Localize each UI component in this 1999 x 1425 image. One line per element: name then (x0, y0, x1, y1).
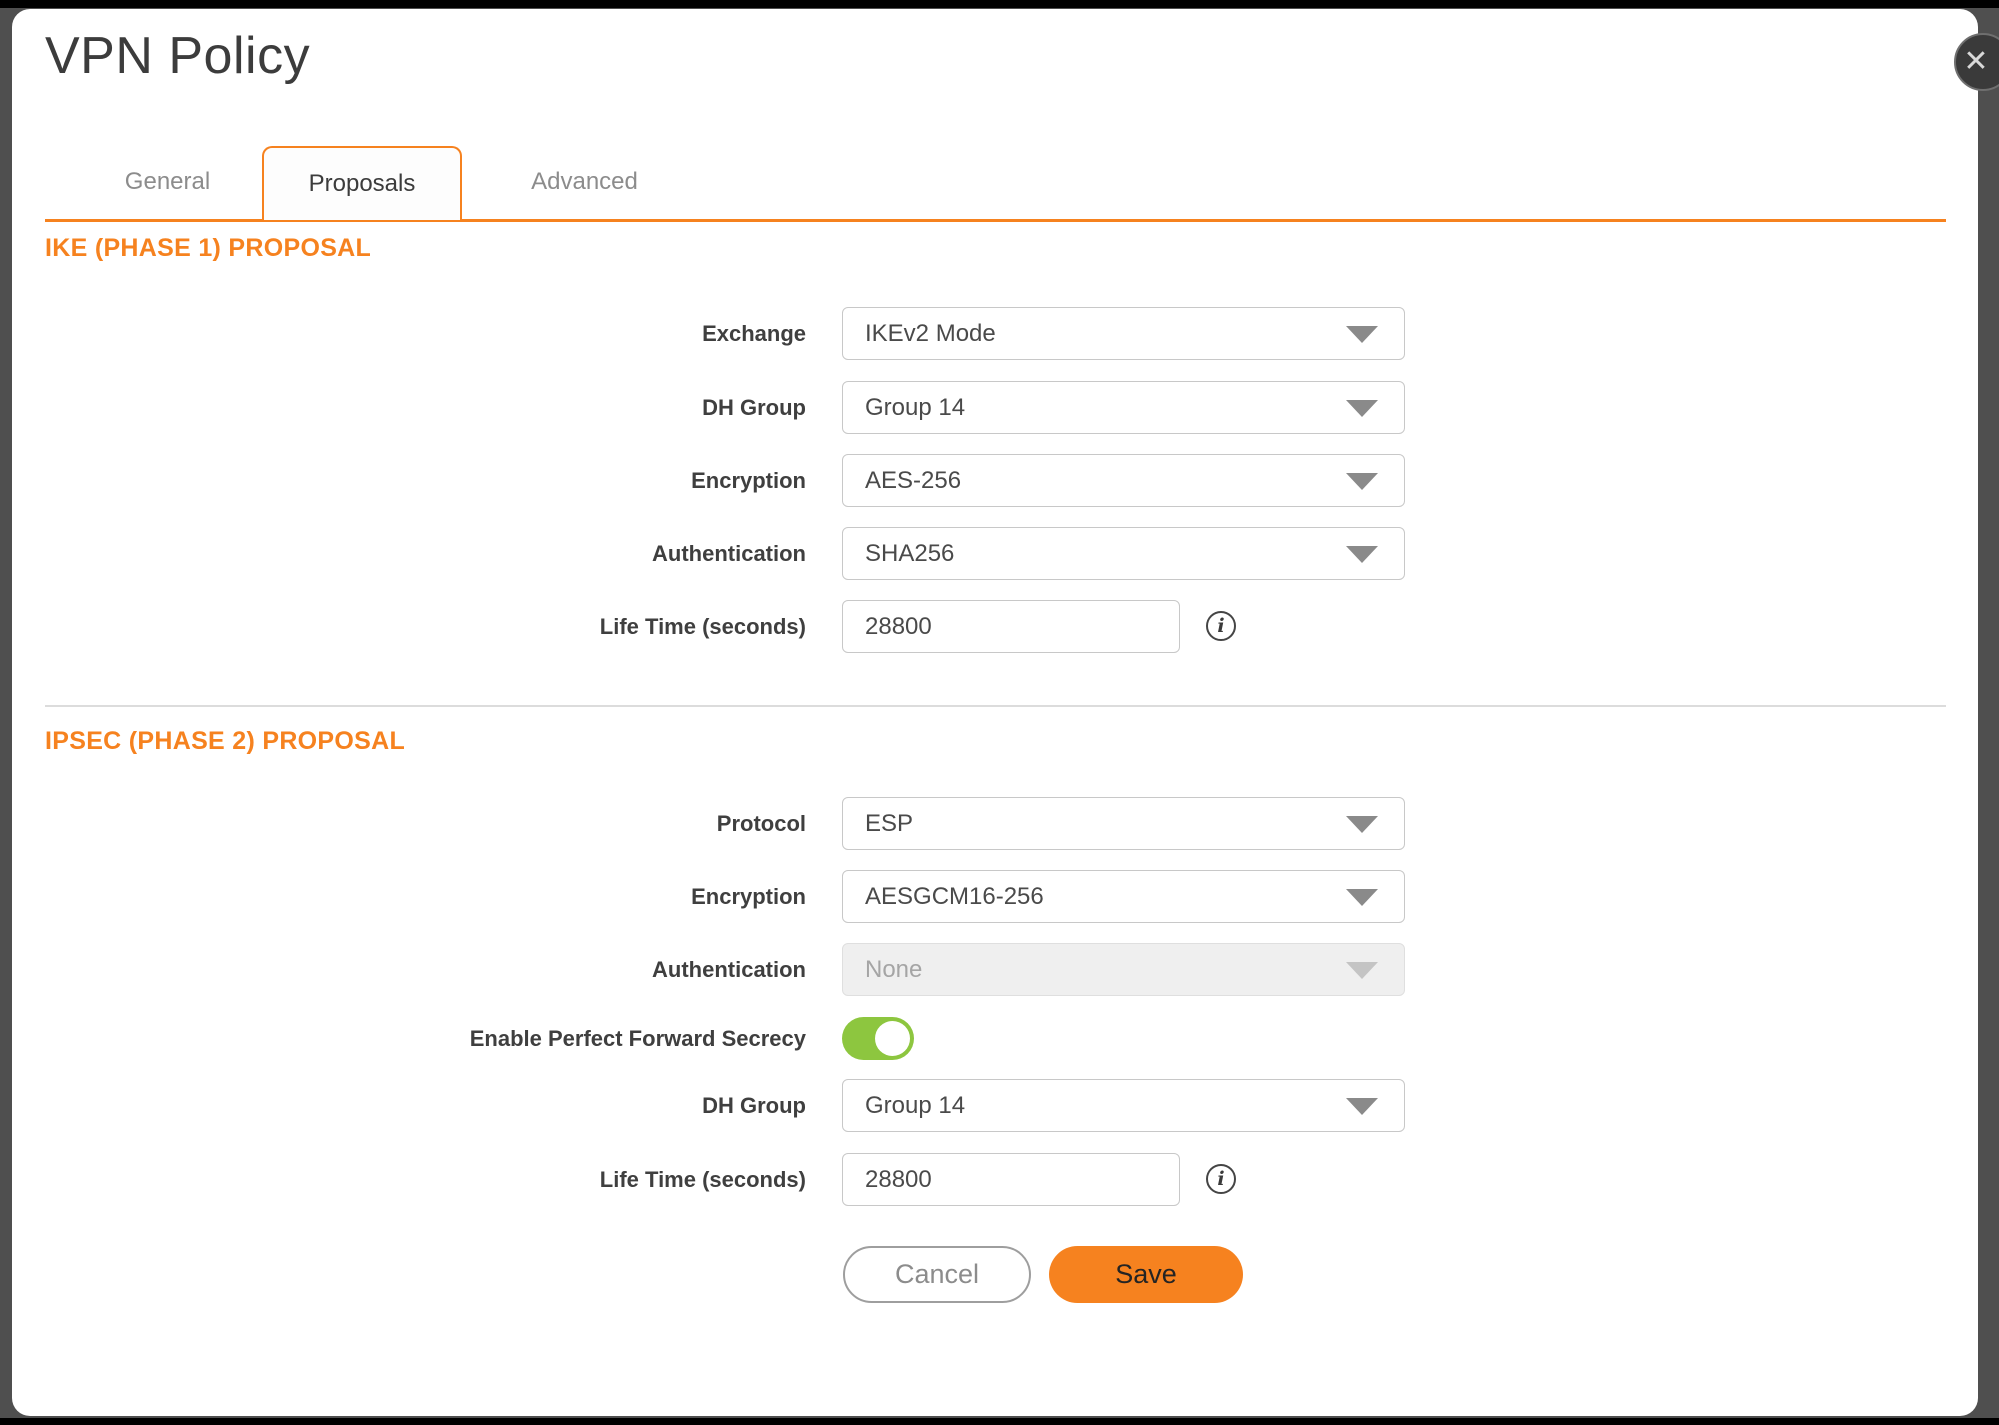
cancel-button[interactable]: Cancel (843, 1246, 1031, 1303)
form-row-pfs: Enable Perfect Forward Secrecy (0, 1017, 1999, 1060)
field-label: Protocol (46, 811, 806, 837)
dh-group-phase2-select[interactable]: Group 14 (842, 1079, 1405, 1132)
chevron-down-icon (1346, 962, 1378, 979)
chevron-down-icon (1346, 816, 1378, 833)
field-label: Authentication (46, 541, 806, 567)
field-label: Encryption (46, 884, 806, 910)
field-label: Encryption (46, 468, 806, 494)
close-icon: ✕ (1963, 47, 1988, 77)
form-row-encryption: Encryption AES-256 (0, 454, 1999, 507)
info-icon[interactable]: i (1206, 1164, 1236, 1194)
dh-group-select[interactable]: Group 14 (842, 381, 1405, 434)
chevron-down-icon (1346, 546, 1378, 563)
field-label: Enable Perfect Forward Secrecy (46, 1026, 806, 1052)
chevron-down-icon (1346, 400, 1378, 417)
authentication-phase2-select-disabled: None (842, 943, 1405, 996)
field-label: Life Time (seconds) (46, 1167, 806, 1193)
chevron-down-icon (1346, 326, 1378, 343)
select-value: Group 14 (843, 1092, 965, 1120)
select-value: None (843, 956, 922, 984)
chevron-down-icon (1346, 1098, 1378, 1115)
encryption-select[interactable]: AES-256 (842, 454, 1405, 507)
select-value: AESGCM16-256 (843, 883, 1044, 911)
page-title: VPN Policy (45, 26, 310, 86)
encryption-phase2-select[interactable]: AESGCM16-256 (842, 870, 1405, 923)
form-row-lifetime: Life Time (seconds) i (0, 600, 1999, 653)
info-icon[interactable]: i (1206, 611, 1236, 641)
select-value: SHA256 (843, 540, 954, 568)
chevron-down-icon (1346, 473, 1378, 490)
bottom-frame-bar (0, 1418, 1999, 1425)
protocol-select[interactable]: ESP (842, 797, 1405, 850)
chevron-down-icon (1346, 889, 1378, 906)
tab-proposals[interactable]: Proposals (262, 146, 462, 220)
form-row-lifetime2: Life Time (seconds) i (0, 1153, 1999, 1206)
section-divider (45, 705, 1946, 707)
exchange-select[interactable]: IKEv2 Mode (842, 307, 1405, 360)
form-row-encryption2: Encryption AESGCM16-256 (0, 870, 1999, 923)
form-row-authentication2: Authentication None (0, 943, 1999, 996)
select-value: IKEv2 Mode (843, 320, 996, 348)
lifetime-phase2-input[interactable] (842, 1153, 1180, 1206)
field-label: Authentication (46, 957, 806, 983)
field-label: Exchange (46, 321, 806, 347)
tab-advanced[interactable]: Advanced (487, 168, 682, 196)
lifetime-input[interactable] (842, 600, 1180, 653)
save-button[interactable]: Save (1049, 1246, 1243, 1303)
select-value: Group 14 (843, 394, 965, 422)
tab-general[interactable]: General (75, 168, 260, 196)
authentication-select[interactable]: SHA256 (842, 527, 1405, 580)
form-row-dh-group2: DH Group Group 14 (0, 1079, 1999, 1132)
form-row-protocol: Protocol ESP (0, 797, 1999, 850)
section-title-ipsec-phase2: IPSEC (PHASE 2) PROPOSAL (45, 727, 405, 756)
select-value: AES-256 (843, 467, 961, 495)
form-row-dh-group: DH Group Group 14 (0, 381, 1999, 434)
form-row-exchange: Exchange IKEv2 Mode (0, 307, 1999, 360)
field-label: DH Group (46, 1093, 806, 1119)
field-label: Life Time (seconds) (46, 614, 806, 640)
form-row-authentication: Authentication SHA256 (0, 527, 1999, 580)
top-frame-bar (0, 0, 1999, 8)
section-title-ike-phase1: IKE (PHASE 1) PROPOSAL (45, 234, 371, 263)
field-label: DH Group (46, 395, 806, 421)
pfs-toggle[interactable] (842, 1017, 914, 1060)
toggle-knob (875, 1021, 910, 1056)
select-value: ESP (843, 810, 913, 838)
